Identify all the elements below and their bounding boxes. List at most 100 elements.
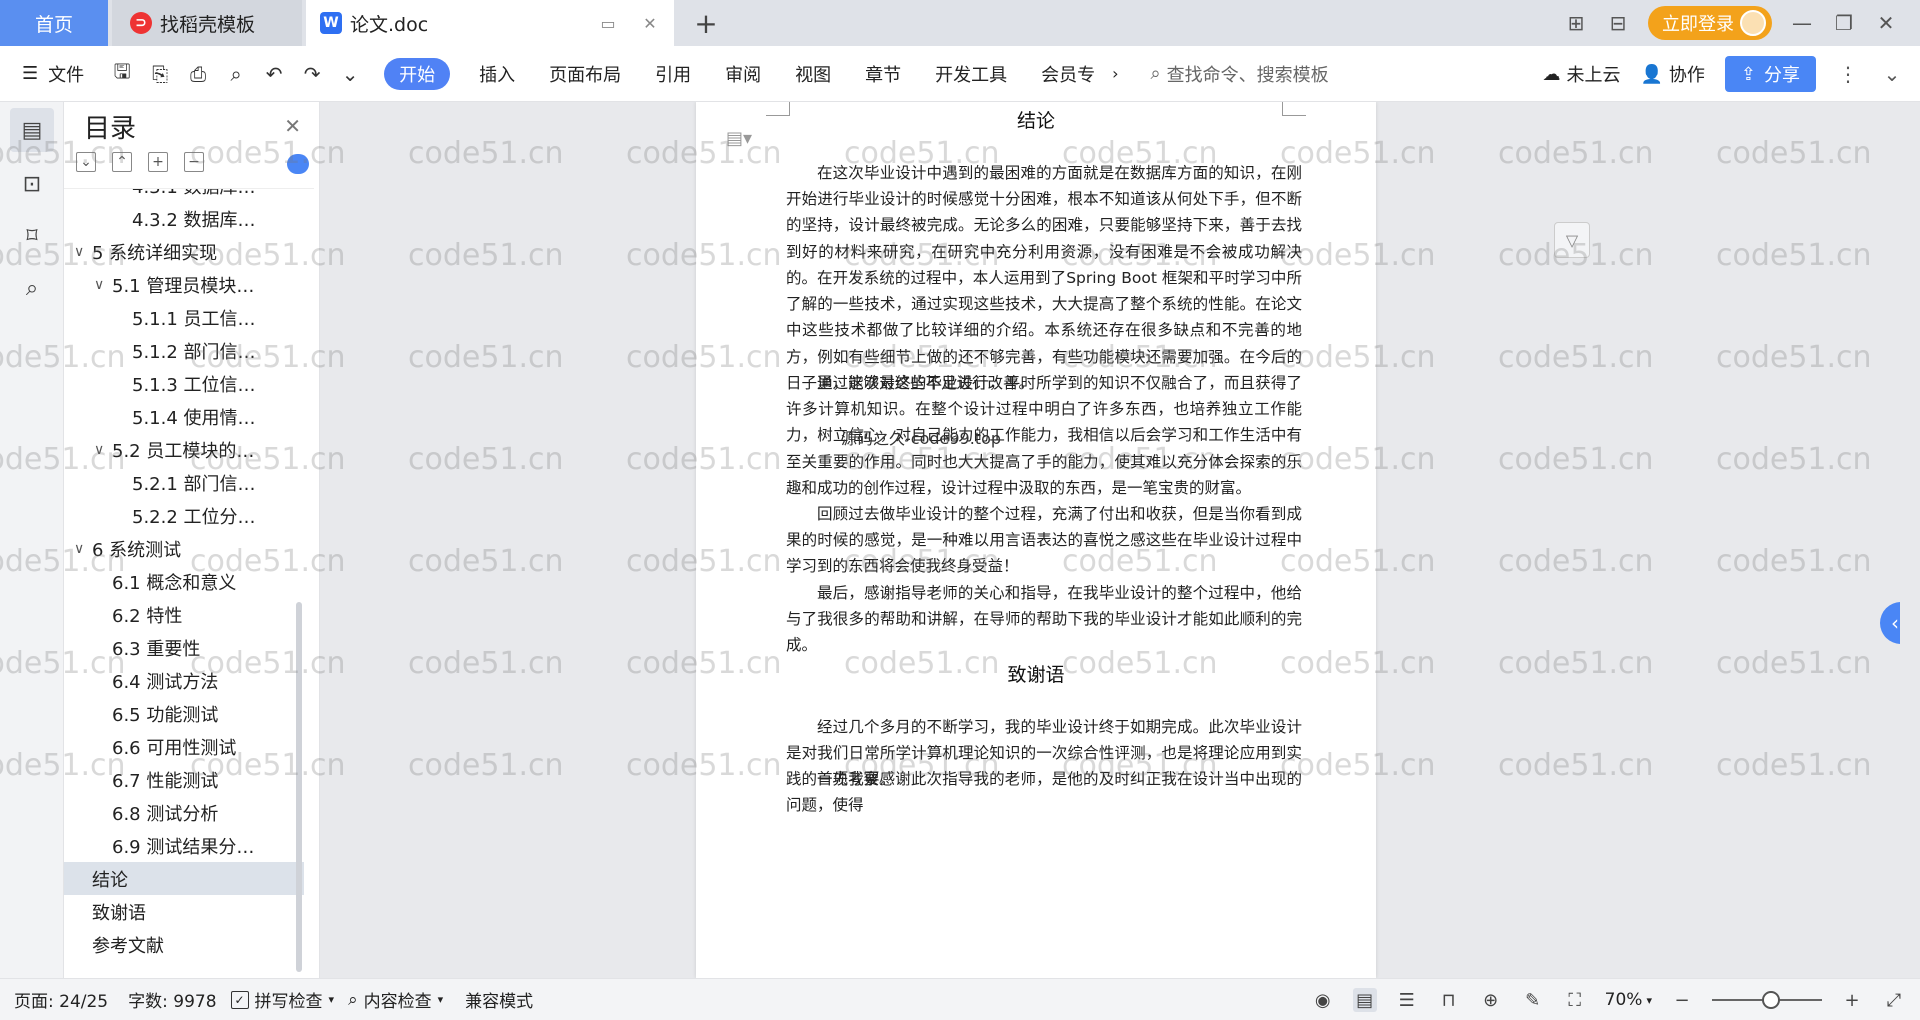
toc-item[interactable]: 6.5 功能测试 <box>94 697 218 730</box>
file-menu[interactable]: ☰ 文件 <box>22 61 84 87</box>
remove-heading-icon[interactable]: − <box>184 152 204 172</box>
close-icon[interactable]: ✕ <box>284 114 301 138</box>
save-icon[interactable]: 🖫 <box>110 59 134 86</box>
close-window-icon[interactable]: ✕ <box>1874 11 1898 35</box>
toc-item[interactable]: 5.1.4 使用情… <box>114 400 256 433</box>
export-icon[interactable]: ⎘ <box>148 62 172 86</box>
toc-item[interactable]: 4.3.1 数据库… <box>114 189 256 202</box>
toc-item[interactable]: 6.8 测试分析 <box>94 796 218 829</box>
expand-down-icon[interactable]: ⌄ <box>76 152 96 172</box>
toc-item[interactable]: 4.3.2 数据库… <box>114 202 256 235</box>
paragraph: 最后，感谢指导老师的关心和指导，在我毕业设计的整个过程中，他给与了我很多的帮助和… <box>786 584 1302 655</box>
bookmark-icon[interactable]: ⌑ <box>10 214 54 258</box>
zoom-slider[interactable] <box>1712 991 1822 1009</box>
overlay-text: 源码之久-code99.top <box>841 429 1002 448</box>
chevron-down-icon[interactable]: ∨ <box>74 541 92 557</box>
collapse-up-icon[interactable]: ⌃ <box>112 152 132 172</box>
toc-item[interactable]: 6.2 特性 <box>94 598 182 631</box>
more-options-icon[interactable]: ⋮ <box>1836 62 1860 86</box>
redo-icon[interactable]: ↷ <box>300 62 324 86</box>
web-view-icon[interactable]: ⊕ <box>1479 988 1503 1012</box>
split-view-icon[interactable]: ⊞ <box>1564 11 1588 35</box>
login-button[interactable]: 立即登录 <box>1648 6 1772 40</box>
toc-item[interactable]: 6.1 概念和意义 <box>94 565 236 598</box>
chevron-down-icon[interactable]: ∨ <box>94 277 112 293</box>
toc-item[interactable]: 6.9 测试结果分… <box>94 829 254 862</box>
toc-item[interactable]: 6.6 可用性测试 <box>94 730 236 763</box>
monitor-icon[interactable]: ▭ <box>598 13 618 33</box>
ai-assistant-icon[interactable] <box>287 154 309 174</box>
document-page[interactable]: ▤▾ 结论 在这次毕业设计中遇到的最困难的方面就是在数据库方面的知识，在刚开始进… <box>696 102 1376 978</box>
tab-review[interactable]: 审阅 <box>708 58 778 90</box>
fit-page-icon[interactable]: ⛶ <box>1563 988 1587 1012</box>
toc-item[interactable]: 6.3 重要性 <box>94 631 200 664</box>
page-indicator[interactable]: 页面: 24/25 <box>14 987 108 1012</box>
restore-icon[interactable]: ❐ <box>1832 11 1856 35</box>
close-tab-icon[interactable]: ✕ <box>640 13 660 33</box>
toc-item[interactable]: 5.2.1 部门信… <box>114 466 256 499</box>
eye-protection-icon[interactable]: ◉ <box>1311 988 1335 1012</box>
tab-document[interactable]: W 论文.doc ▭ ✕ <box>306 0 674 46</box>
toc-panel-icon[interactable]: ▤ <box>10 108 54 152</box>
toc-item[interactable]: 结论 <box>64 862 304 895</box>
print-preview-icon[interactable]: ⌕ <box>224 62 248 86</box>
filter-icon[interactable]: ▽ <box>1554 222 1590 258</box>
outline-view-icon[interactable]: ☰ <box>1395 988 1419 1012</box>
share-button[interactable]: ⇪ 分享 <box>1724 56 1816 92</box>
zoom-select[interactable]: 70% ▾ <box>1605 990 1652 1010</box>
chevron-down-icon[interactable]: ⌄ <box>338 62 362 86</box>
toc-item[interactable]: ∨ 5 系统详细实现 <box>74 235 217 268</box>
reading-view-icon[interactable]: ⊓ <box>1437 988 1461 1012</box>
title-bar: 首页 ⊃ 找稻壳模板 W 论文.doc ▭ ✕ + ⊞ ⊟ 立即登录 — ❐ ✕ <box>0 0 1920 46</box>
toc-item[interactable]: ∨ 5.2 员工模块的… <box>94 433 254 466</box>
undo-icon[interactable]: ↶ <box>262 62 286 86</box>
add-heading-icon[interactable]: + <box>148 152 168 172</box>
toc-item[interactable]: 5.1.1 员工信… <box>114 301 256 334</box>
grid-apps-icon[interactable]: ⊟ <box>1606 11 1630 35</box>
tab-references[interactable]: 引用 <box>638 58 708 90</box>
tab-view[interactable]: 视图 <box>778 58 848 90</box>
command-search[interactable]: ⌕ 查找命令、搜索模板 <box>1151 61 1329 87</box>
toc-item[interactable]: 致谢语 <box>74 895 146 928</box>
toc-item[interactable]: 参考文献 <box>74 928 164 961</box>
tab-chapter[interactable]: 章节 <box>848 58 918 90</box>
toc-item-label: 5 系统详细实现 <box>92 242 218 264</box>
word-count[interactable]: 字数: 9978 <box>128 987 216 1012</box>
cloud-status[interactable]: ☁ 未上云 <box>1542 61 1620 87</box>
content-check-button[interactable]: ⌕ 内容检查 ▾ <box>348 987 443 1013</box>
page-view-icon[interactable]: ▤ <box>1352 988 1377 1012</box>
new-tab-button[interactable]: + <box>688 0 724 46</box>
toc-item[interactable]: ∨ 6 系统测试 <box>74 532 181 565</box>
toc-scrollbar[interactable] <box>296 602 302 972</box>
expand-panel-icon[interactable]: ‹ <box>1880 602 1900 644</box>
toc-item[interactable]: 6.4 测试方法 <box>94 664 218 697</box>
print-icon[interactable]: ⎙ <box>186 62 210 86</box>
collab-button[interactable]: 👤 协作 <box>1640 61 1704 87</box>
spell-check-button[interactable]: ✓ 拼写检查 ▾ <box>230 987 334 1012</box>
tab-template[interactable]: ⊃ 找稻壳模板 <box>112 0 302 46</box>
zoom-out-icon[interactable]: − <box>1670 988 1694 1012</box>
chevron-down-icon[interactable]: ∨ <box>74 244 92 260</box>
toc-item[interactable]: 5.1.2 部门信… <box>114 334 256 367</box>
minimize-icon[interactable]: — <box>1790 11 1814 35</box>
toc-item[interactable]: 6.7 性能测试 <box>94 763 218 796</box>
find-icon[interactable]: ⌕ <box>10 266 54 310</box>
tab-insert[interactable]: 插入 <box>462 58 532 90</box>
collapse-ribbon-icon[interactable]: ⌄ <box>1880 62 1904 86</box>
fullscreen-icon[interactable]: ⤢ <box>1882 988 1906 1012</box>
chapter-nav-icon[interactable]: ⊡ <box>10 162 54 206</box>
tab-home[interactable]: 首页 <box>0 0 108 46</box>
toc-item[interactable]: ∨ 5.1 管理员模块… <box>94 268 254 301</box>
zoom-in-icon[interactable]: + <box>1840 988 1864 1012</box>
tab-developer[interactable]: 开发工具 <box>918 58 1024 90</box>
more-tabs-icon[interactable]: › <box>1112 64 1118 83</box>
tab-start[interactable]: 开始 <box>384 57 451 90</box>
toc-item-label: 5.1.1 员工信… <box>132 308 256 330</box>
toc-item[interactable]: 5.2.2 工位分… <box>114 499 256 532</box>
tab-page-layout[interactable]: 页面布局 <box>532 58 638 90</box>
zoom-slider-handle[interactable] <box>1762 991 1780 1009</box>
chevron-down-icon[interactable]: ∨ <box>94 442 112 458</box>
toc-item[interactable]: 5.1.3 工位信… <box>114 367 256 400</box>
pen-icon[interactable]: ✎ <box>1521 988 1545 1012</box>
tab-member[interactable]: 会员专 <box>1024 58 1112 90</box>
